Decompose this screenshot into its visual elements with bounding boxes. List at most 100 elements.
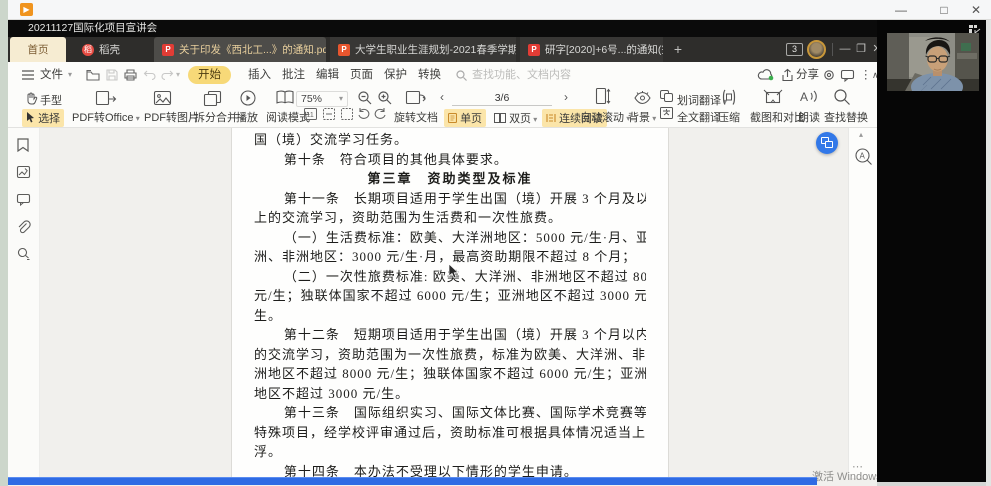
cloud-sync-icon[interactable] — [758, 69, 774, 80]
stamp-sign-icon[interactable] — [17, 247, 30, 260]
share-label[interactable]: 分享 — [796, 62, 819, 88]
open-folder-icon[interactable] — [86, 69, 100, 81]
menu-start-active[interactable]: 开始 — [188, 66, 231, 84]
image-export-icon[interactable] — [17, 166, 30, 178]
menu-page[interactable]: 页面 — [350, 62, 373, 88]
read-aloud-label[interactable]: 朗读 — [798, 109, 820, 125]
save-icon[interactable] — [106, 69, 118, 81]
player-minimize-button[interactable]: — — [893, 2, 909, 18]
read-aloud-icon[interactable]: A — [800, 89, 818, 105]
ppt-file-icon: P — [338, 44, 350, 56]
wps-minimize-button[interactable]: — — [838, 42, 852, 56]
chevron-down-icon[interactable]: ▾ — [176, 62, 180, 88]
find-replace-label[interactable]: 查找替换 — [824, 109, 868, 125]
document-line: 第十一条 长期项目适用于学生出国（境）开展 3 个月及以 — [254, 189, 646, 209]
desktop-edge-left — [0, 0, 8, 486]
redo-icon[interactable] — [161, 70, 173, 80]
svg-text:11: 11 — [307, 112, 314, 119]
rotate-right-icon[interactable] — [374, 108, 386, 120]
actual-size-icon[interactable]: 11 — [304, 108, 317, 120]
menu-file[interactable]: 文件 — [40, 62, 63, 88]
pdf-to-office-label[interactable]: PDF转Office ▾ — [72, 109, 140, 125]
screenshot-compare-icon[interactable] — [764, 89, 782, 105]
document-line: 地区不超过 3000 元/生。 — [254, 384, 646, 404]
screenshot-compare-label[interactable]: 截图和对比 — [750, 109, 805, 125]
auto-scroll-label[interactable]: 自动滚动 ▾ — [580, 109, 630, 125]
tab-document-3[interactable]: P 研字[2020]+6号...的通知(签章).pdf — [520, 37, 663, 62]
undo-icon[interactable] — [144, 70, 156, 80]
auto-scroll-icon[interactable] — [596, 88, 610, 106]
find-text-icon[interactable]: A — [855, 148, 873, 166]
webcam-overlay-window[interactable] — [877, 20, 986, 482]
rotate-left-icon[interactable] — [358, 108, 370, 120]
document-line: 浮。 — [254, 442, 646, 462]
attachment-icon[interactable] — [17, 220, 29, 233]
menu-protect[interactable]: 保护 — [384, 62, 407, 88]
next-page-button[interactable]: › — [564, 90, 568, 104]
hand-tool-icon[interactable] — [26, 92, 37, 104]
page-indicator[interactable]: 3/6 — [452, 90, 552, 106]
read-mode-icon[interactable] — [276, 90, 294, 105]
pdf-to-office-icon[interactable] — [96, 91, 116, 107]
tab-docer[interactable]: 稻 稻壳 — [70, 37, 148, 62]
zoom-in-icon[interactable] — [378, 91, 392, 105]
mouse-cursor — [448, 264, 460, 280]
single-page-active[interactable]: 单页 — [444, 109, 486, 127]
background-eye-icon[interactable] — [634, 91, 651, 104]
print-icon[interactable] — [124, 69, 137, 81]
chevron-down-icon: ▾ — [68, 62, 72, 88]
menu-annotate[interactable]: 批注 — [282, 62, 305, 88]
fit-width-icon[interactable] — [322, 108, 336, 120]
double-page-button[interactable]: 双页 ▾ — [494, 110, 537, 126]
document-line: （一）生活费标准：欧美、大洋洲地区：5000 元/生·月、亚 — [254, 228, 646, 248]
player-close-button[interactable]: ✕ — [968, 2, 984, 18]
document-line: 元/生；独联体国家不超过 6000 元/生；亚洲地区不超过 3000 元/ — [254, 286, 646, 306]
new-tab-button[interactable]: + — [670, 41, 686, 57]
background-label[interactable]: 背景 ▾ — [628, 109, 656, 125]
document-line: 第十三条 国际组织实习、国际文体比赛、国际学术竞赛等 — [254, 403, 646, 423]
tab-document-active[interactable]: P 关于印发《西北工...》的通知.pdf × — [154, 37, 326, 62]
find-replace-icon[interactable] — [834, 89, 850, 105]
tab-home[interactable]: 首页 — [10, 37, 66, 62]
rotate-doc-label[interactable]: 旋转文档 — [394, 109, 438, 125]
more-menu-icon[interactable]: ⋮ — [860, 62, 872, 88]
rotate-doc-icon[interactable] — [406, 89, 426, 106]
pdf-to-image-label[interactable]: PDF转图片 — [144, 109, 199, 125]
play-presentation-icon[interactable] — [240, 90, 256, 106]
menu-insert[interactable]: 插入 — [248, 62, 271, 88]
compress-icon[interactable] — [720, 89, 738, 106]
comment-icon[interactable] — [841, 70, 854, 80]
desktop-edge-right — [986, 0, 991, 486]
wps-assistant-button[interactable] — [816, 132, 838, 154]
menu-convert[interactable]: 转换 — [418, 62, 441, 88]
bookmark-icon[interactable] — [17, 138, 29, 152]
hand-tool-label[interactable]: 手型 — [40, 92, 62, 108]
gear-icon[interactable] — [823, 69, 835, 81]
video-progress-bar[interactable] — [8, 477, 817, 485]
zoom-level-select[interactable]: 75%▾ — [296, 91, 348, 107]
collapse-panel-icon[interactable]: ▴ — [859, 130, 863, 139]
open-docs-badge[interactable]: 3 — [786, 43, 803, 56]
menu-edit[interactable]: 编辑 — [316, 62, 339, 88]
comment-panel-icon[interactable] — [17, 194, 30, 205]
compress-label[interactable]: 压缩 — [718, 109, 740, 125]
play-label[interactable]: 播放 — [236, 109, 258, 125]
document-viewport[interactable]: 国（境）交流学习任务。第十条 符合项目的其他具体要求。第三章 资助类型及标准第十… — [40, 128, 848, 478]
search-input[interactable]: 查找功能、文档内容 — [472, 62, 571, 88]
user-avatar[interactable] — [807, 40, 826, 59]
full-translate-label[interactable]: 全文翻译 — [677, 109, 721, 125]
word-translate-icon[interactable] — [660, 90, 673, 102]
select-tool-active[interactable]: 选择 — [22, 109, 64, 127]
share-icon[interactable] — [782, 69, 793, 81]
search-icon[interactable] — [456, 70, 467, 81]
pdf-to-image-icon[interactable] — [154, 91, 171, 106]
prev-page-button[interactable]: ‹ — [440, 90, 444, 104]
player-maximize-button[interactable]: □ — [936, 2, 952, 18]
split-merge-icon[interactable] — [204, 91, 221, 106]
full-translate-icon[interactable] — [660, 107, 673, 119]
wps-restore-button[interactable]: ❐ — [854, 42, 868, 56]
zoom-out-icon[interactable] — [358, 91, 372, 105]
fit-page-icon[interactable] — [341, 108, 353, 120]
tab-document-2[interactable]: P 大学生职业生涯规划-2021春季学期 ● — [330, 37, 516, 62]
wps-tabbar: 首页 稻 稻壳 P 关于印发《西北工...》的通知.pdf × P 大学生职业生… — [8, 37, 986, 62]
